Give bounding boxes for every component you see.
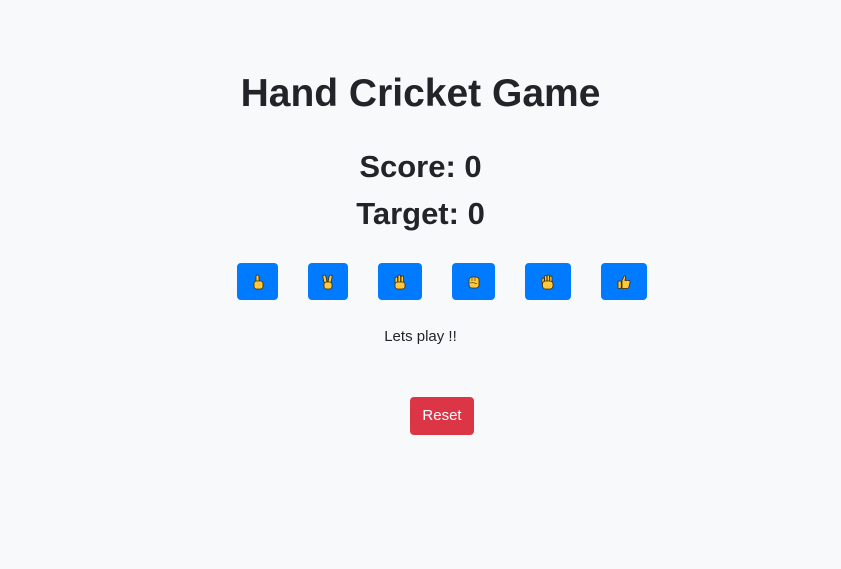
thumbs-up-icon: [616, 274, 632, 290]
hand-button-2[interactable]: [308, 263, 348, 300]
game-page: Hand Cricket Game Score: 0 Target: 0 Let…: [0, 0, 841, 569]
open-hand-icon: [540, 274, 556, 290]
hand-button-6[interactable]: [601, 263, 647, 300]
one-finger-hand-icon: [250, 274, 266, 290]
score-display: Score: 0: [359, 149, 482, 184]
victory-hand-icon: [320, 274, 336, 290]
hand-button-4[interactable]: [452, 263, 495, 300]
reset-button[interactable]: Reset: [410, 397, 474, 435]
hand-buttons-row: [0, 263, 841, 301]
hand-button-5[interactable]: [525, 263, 571, 300]
page-title: Hand Cricket Game: [240, 72, 601, 115]
hand-button-3[interactable]: [378, 263, 422, 300]
three-finger-hand-icon: [392, 274, 408, 290]
status-message: Lets play !!: [384, 328, 457, 345]
raised-fist-icon: [466, 274, 482, 290]
hand-button-1[interactable]: [237, 263, 278, 300]
target-display: Target: 0: [356, 196, 485, 231]
